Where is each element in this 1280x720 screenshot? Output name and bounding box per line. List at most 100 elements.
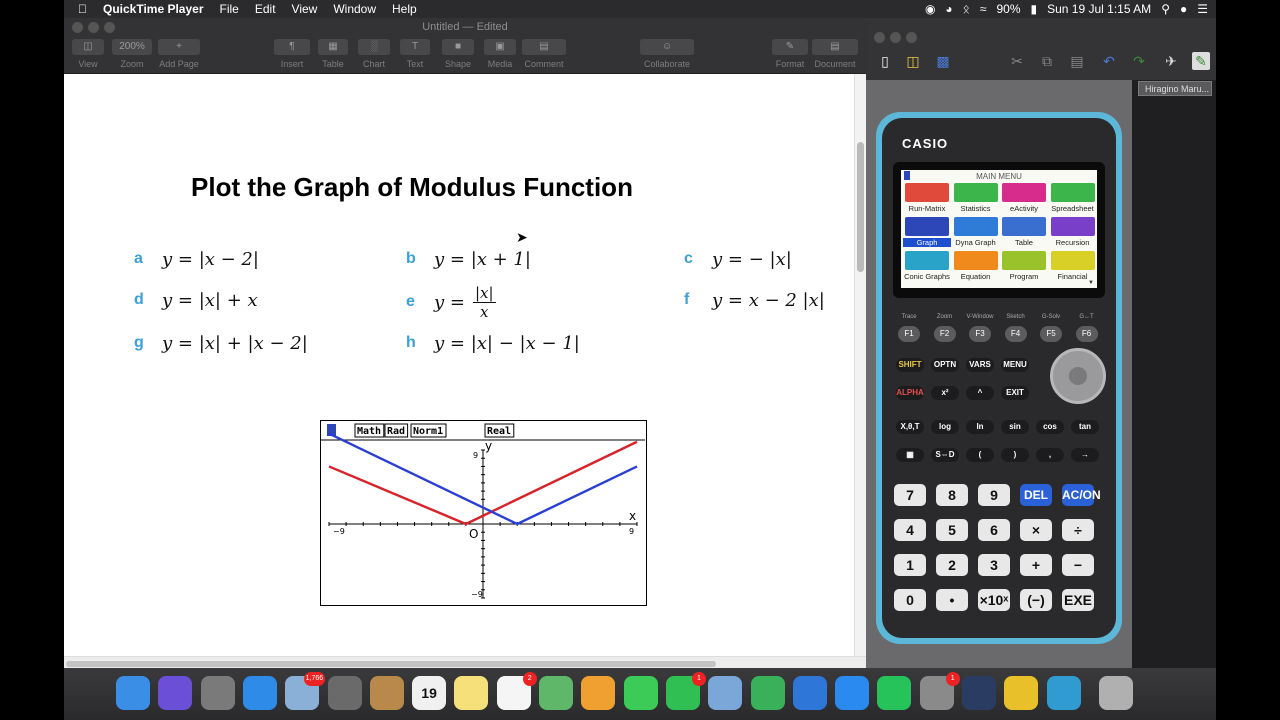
app-conic-graphs[interactable]: Conic Graphs	[903, 251, 951, 281]
key-decimal[interactable]: •	[936, 589, 968, 611]
key-row4-0[interactable]: ▦	[896, 448, 924, 462]
capture-icon[interactable]: ✈	[1162, 52, 1180, 70]
key-row2-1[interactable]: x²	[931, 386, 959, 400]
app-dyna-graph[interactable]: Dyna Graph	[952, 217, 1000, 247]
key-exe[interactable]: EXE	[1062, 589, 1094, 611]
menu-edit[interactable]: Edit	[247, 2, 284, 16]
app-recursion[interactable]: Recursion	[1049, 217, 1097, 247]
key-row2-3[interactable]: EXIT	[1001, 386, 1029, 400]
key-negate[interactable]: (−)	[1020, 589, 1052, 611]
numbers-icon[interactable]	[750, 676, 785, 710]
replay-pad-center[interactable]	[1069, 367, 1087, 385]
keynote-icon[interactable]	[792, 676, 827, 710]
key-2[interactable]: 2	[936, 554, 968, 576]
key-row3-5[interactable]: tan	[1071, 420, 1099, 434]
trash-icon[interactable]	[1098, 676, 1133, 710]
apple-icon[interactable]: 	[64, 2, 95, 16]
notification-center-icon[interactable]: ☰	[1197, 2, 1208, 16]
screen-edit-icon[interactable]: ✎	[1192, 52, 1210, 70]
app-store-icon[interactable]	[835, 676, 870, 710]
key-optn[interactable]: OPTN	[931, 358, 959, 372]
contacts-icon[interactable]	[369, 676, 404, 710]
app-program[interactable]: Program	[1000, 251, 1048, 281]
safari-icon[interactable]	[242, 676, 277, 710]
open-folder-icon[interactable]: ◫	[904, 52, 922, 70]
app-equation[interactable]: Equation	[952, 251, 1000, 281]
fkey-5[interactable]: F5	[1040, 326, 1062, 342]
media-button[interactable]: ▣ Media	[484, 39, 516, 69]
manager-close-button[interactable]	[874, 32, 885, 43]
copy-icon[interactable]: ⧉	[1038, 52, 1056, 70]
calendar-icon[interactable]: 19	[412, 676, 447, 710]
key-row4-1[interactable]: S⇔D	[931, 448, 959, 462]
key-shift[interactable]: SHIFT	[896, 358, 924, 372]
key-op-2-3[interactable]: +	[1020, 554, 1052, 576]
key-del[interactable]: DEL	[1020, 484, 1052, 506]
vertical-scrollbar[interactable]	[854, 74, 866, 656]
new-file-icon[interactable]: ▯	[876, 52, 894, 70]
app-table[interactable]: Table	[1000, 217, 1048, 247]
key-exp[interactable]: ×10ˣ	[978, 589, 1010, 611]
quicktime-icon[interactable]	[962, 676, 996, 710]
save-icon[interactable]: ▩	[934, 52, 952, 70]
chrome-icon[interactable]	[1004, 676, 1039, 710]
mail-icon[interactable]: 1,766	[285, 672, 326, 710]
whatsapp-icon[interactable]	[877, 676, 912, 710]
key-row3-1[interactable]: log	[931, 420, 959, 434]
key-0[interactable]: 0	[894, 589, 926, 611]
key-op-1-3[interactable]: ×	[1020, 519, 1052, 541]
key-op-1-4[interactable]: ÷	[1062, 519, 1094, 541]
text-button[interactable]: T Text	[400, 39, 430, 69]
key-op-2-4[interactable]: −	[1062, 554, 1094, 576]
preview-icon[interactable]	[708, 676, 743, 710]
key-1[interactable]: 1	[894, 554, 926, 576]
fkey-3[interactable]: F3	[969, 326, 991, 342]
collaborate-button[interactable]: ☺ Collaborate	[640, 39, 694, 69]
finder-icon[interactable]	[116, 676, 150, 710]
key-9[interactable]: 9	[978, 484, 1010, 506]
replay-pad[interactable]	[1050, 348, 1106, 404]
reminders-icon[interactable]: 2	[496, 672, 537, 710]
key-ac-on[interactable]: AC/ON	[1062, 484, 1101, 506]
vertical-scroll-thumb[interactable]	[857, 142, 864, 272]
key-row3-0[interactable]: X,θ,T	[896, 420, 924, 434]
app-menu[interactable]: QuickTime Player	[95, 2, 212, 16]
notes-icon[interactable]	[454, 676, 489, 710]
add-page-button[interactable]: + Add Page	[158, 39, 200, 69]
key-row2-2[interactable]: ^	[966, 386, 994, 400]
key-row3-3[interactable]: sin	[1001, 420, 1029, 434]
font-field[interactable]: Hiragino Maru...	[1138, 81, 1212, 96]
horizontal-scroll-thumb[interactable]	[66, 661, 716, 667]
spotlight-icon[interactable]: ⚲	[1161, 2, 1170, 16]
app-graph[interactable]: Graph	[903, 217, 951, 247]
fkey-2[interactable]: F2	[933, 326, 956, 342]
launchpad-icon[interactable]	[200, 676, 235, 710]
siri-icon[interactable]	[158, 676, 193, 710]
key-8[interactable]: 8	[936, 484, 968, 506]
document-button[interactable]: ▤ Document	[812, 39, 858, 69]
bluetooth-icon[interactable]: ᛟ	[963, 2, 970, 16]
fkey-6[interactable]: F6	[1075, 326, 1098, 342]
maps-icon[interactable]	[539, 676, 573, 710]
fkey-4[interactable]: F4	[1004, 326, 1027, 342]
document-canvas[interactable]: Plot the Graph of Modulus Function ay = …	[64, 74, 854, 656]
activity-icon[interactable]: ◕	[945, 2, 952, 16]
key-5[interactable]: 5	[936, 519, 968, 541]
app-financial[interactable]: Financial	[1049, 251, 1097, 281]
app-spreadsheet[interactable]: Spreadsheet	[1049, 183, 1097, 213]
calculator-icon[interactable]	[327, 676, 362, 710]
graph-screenshot[interactable]: Math Rad Norm1 Real −9 9 9 −9 Ox y	[320, 420, 647, 606]
zoom-select[interactable]: 200% Zoom	[112, 39, 152, 69]
menu-file[interactable]: File	[212, 2, 247, 16]
key-menu[interactable]: MENU	[1001, 358, 1029, 372]
messages-icon[interactable]	[623, 676, 658, 710]
wifi-icon[interactable]: ≈	[980, 2, 987, 16]
manager-zoom-button[interactable]	[906, 32, 917, 43]
chart-button[interactable]: ░ Chart	[358, 39, 390, 69]
key-row3-2[interactable]: ln	[966, 420, 994, 434]
key-row4-2[interactable]: (	[966, 448, 994, 462]
manager-minimize-button[interactable]	[890, 32, 901, 43]
app-eactivity[interactable]: eActivity	[1000, 183, 1048, 213]
key-row3-4[interactable]: cos	[1036, 420, 1064, 434]
battery-percent[interactable]: 90%	[996, 2, 1020, 16]
